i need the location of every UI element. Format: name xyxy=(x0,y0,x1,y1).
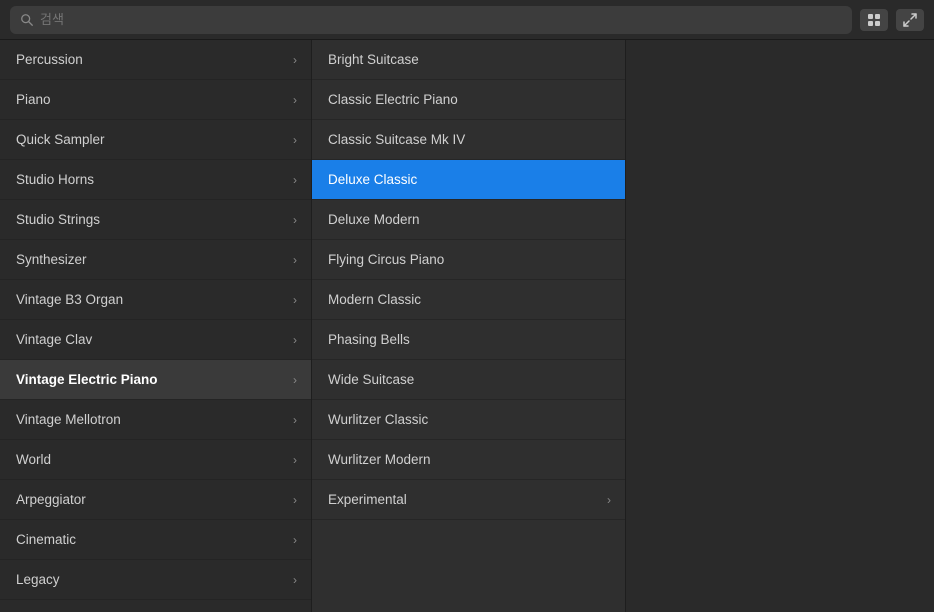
submenu-label-wurlitzer-modern: Wurlitzer Modern xyxy=(328,452,431,467)
chevron-right-icon: › xyxy=(293,53,297,67)
submenu-label-deluxe-classic: Deluxe Classic xyxy=(328,172,417,187)
submenu-label-deluxe-modern: Deluxe Modern xyxy=(328,212,420,227)
submenu-item-phasing-bells[interactable]: Phasing Bells xyxy=(312,320,625,360)
submenu-label-wurlitzer-classic: Wurlitzer Classic xyxy=(328,412,428,427)
chevron-right-icon: › xyxy=(293,573,297,587)
submenu-label-bright-suitcase: Bright Suitcase xyxy=(328,52,419,67)
collapse-icon xyxy=(903,13,917,27)
right-panel xyxy=(626,40,934,612)
search-input[interactable] xyxy=(40,12,842,27)
submenu-label-wide-suitcase: Wide Suitcase xyxy=(328,372,414,387)
chevron-right-icon: › xyxy=(293,333,297,347)
sidebar-item-label-cinematic: Cinematic xyxy=(16,532,76,547)
middle-panel: Bright Suitcase Classic Electric Piano Cla… xyxy=(312,40,626,612)
sidebar-item-vintage-mellotron[interactable]: Vintage Mellotron › xyxy=(0,400,311,440)
submenu-item-classic-electric-piano[interactable]: Classic Electric Piano xyxy=(312,80,625,120)
submenu-label-flying-circus-piano: Flying Circus Piano xyxy=(328,252,444,267)
submenu-item-wide-suitcase[interactable]: Wide Suitcase xyxy=(312,360,625,400)
search-bar xyxy=(0,0,934,40)
left-panel: Percussion›Piano›Quick Sampler›Studio Ho… xyxy=(0,40,312,612)
submenu-label-experimental: Experimental xyxy=(328,492,407,507)
sidebar-item-cinematic[interactable]: Cinematic › xyxy=(0,520,311,560)
chevron-right-icon: › xyxy=(293,453,297,467)
collapse-button[interactable] xyxy=(896,9,924,31)
chevron-right-icon: › xyxy=(293,493,297,507)
sidebar-item-label-vintage-b3-organ: Vintage B3 Organ xyxy=(16,292,123,307)
sidebar-item-synthesizer[interactable]: Synthesizer › xyxy=(0,240,311,280)
sidebar-item-studio-strings[interactable]: Studio Strings › xyxy=(0,200,311,240)
sidebar-item-vintage-b3-organ[interactable]: Vintage B3 Organ › xyxy=(0,280,311,320)
toolbar-icons xyxy=(860,9,924,31)
submenu-label-classic-electric-piano: Classic Electric Piano xyxy=(328,92,458,107)
chevron-right-icon: › xyxy=(607,493,611,507)
chevron-right-icon: › xyxy=(293,373,297,387)
chevron-right-icon: › xyxy=(293,93,297,107)
submenu-item-deluxe-modern[interactable]: Deluxe Modern xyxy=(312,200,625,240)
submenu-label-modern-classic: Modern Classic xyxy=(328,292,421,307)
grid-icon xyxy=(867,13,881,27)
search-input-wrapper xyxy=(10,6,852,34)
chevron-right-icon: › xyxy=(293,413,297,427)
sidebar-item-label-studio-strings: Studio Strings xyxy=(16,212,100,227)
sidebar-item-label-synthesizer: Synthesizer xyxy=(16,252,87,267)
submenu-item-wurlitzer-classic[interactable]: Wurlitzer Classic xyxy=(312,400,625,440)
submenu-item-flying-circus-piano[interactable]: Flying Circus Piano xyxy=(312,240,625,280)
sidebar-item-world[interactable]: World › xyxy=(0,440,311,480)
submenu-label-phasing-bells: Phasing Bells xyxy=(328,332,410,347)
sidebar-item-label-vintage-clav: Vintage Clav xyxy=(16,332,92,347)
chevron-right-icon: › xyxy=(293,253,297,267)
chevron-right-icon: › xyxy=(293,133,297,147)
sidebar-item-studio-horns[interactable]: Studio Horns › xyxy=(0,160,311,200)
search-icon xyxy=(20,13,34,27)
grid-view-button[interactable] xyxy=(860,9,888,31)
sidebar-item-label-piano: Piano xyxy=(16,92,51,107)
app-container: Percussion›Piano›Quick Sampler›Studio Ho… xyxy=(0,0,934,612)
sidebar-item-label-vintage-mellotron: Vintage Mellotron xyxy=(16,412,121,427)
submenu-item-wurlitzer-modern[interactable]: Wurlitzer Modern xyxy=(312,440,625,480)
submenu-item-deluxe-classic[interactable]: Deluxe Classic xyxy=(312,160,625,200)
submenu-label-classic-suitcase-mk-iv: Classic Suitcase Mk IV xyxy=(328,132,465,147)
sidebar-item-vintage-electric-piano[interactable]: Vintage Electric Piano › xyxy=(0,360,311,400)
chevron-right-icon: › xyxy=(293,173,297,187)
sidebar-item-arpeggiator[interactable]: Arpeggiator › xyxy=(0,480,311,520)
sidebar-item-label-vintage-electric-piano: Vintage Electric Piano xyxy=(16,372,158,387)
chevron-right-icon: › xyxy=(293,293,297,307)
sidebar-item-label-studio-horns: Studio Horns xyxy=(16,172,94,187)
sidebar-item-legacy[interactable]: Legacy › xyxy=(0,560,311,600)
submenu-item-classic-suitcase-mk-iv[interactable]: Classic Suitcase Mk IV xyxy=(312,120,625,160)
submenu-item-modern-classic[interactable]: Modern Classic xyxy=(312,280,625,320)
sidebar-item-vintage-clav[interactable]: Vintage Clav › xyxy=(0,320,311,360)
sidebar-item-piano[interactable]: Piano › xyxy=(0,80,311,120)
submenu-item-bright-suitcase[interactable]: Bright Suitcase xyxy=(312,40,625,80)
sidebar-item-label-percussion: Percussion xyxy=(16,52,83,67)
sidebar-item-label-arpeggiator: Arpeggiator xyxy=(16,492,86,507)
chevron-right-icon: › xyxy=(293,213,297,227)
submenu-item-experimental[interactable]: Experimental › xyxy=(312,480,625,520)
sidebar-item-label-quick-sampler: Quick Sampler xyxy=(16,132,105,147)
chevron-right-icon: › xyxy=(293,533,297,547)
main-content: Percussion›Piano›Quick Sampler›Studio Ho… xyxy=(0,40,934,612)
sidebar-item-quick-sampler[interactable]: Quick Sampler › xyxy=(0,120,311,160)
sidebar-item-label-world: World xyxy=(16,452,51,467)
sidebar-item-percussion[interactable]: Percussion › xyxy=(0,40,311,80)
sidebar-item-label-legacy: Legacy xyxy=(16,572,60,587)
